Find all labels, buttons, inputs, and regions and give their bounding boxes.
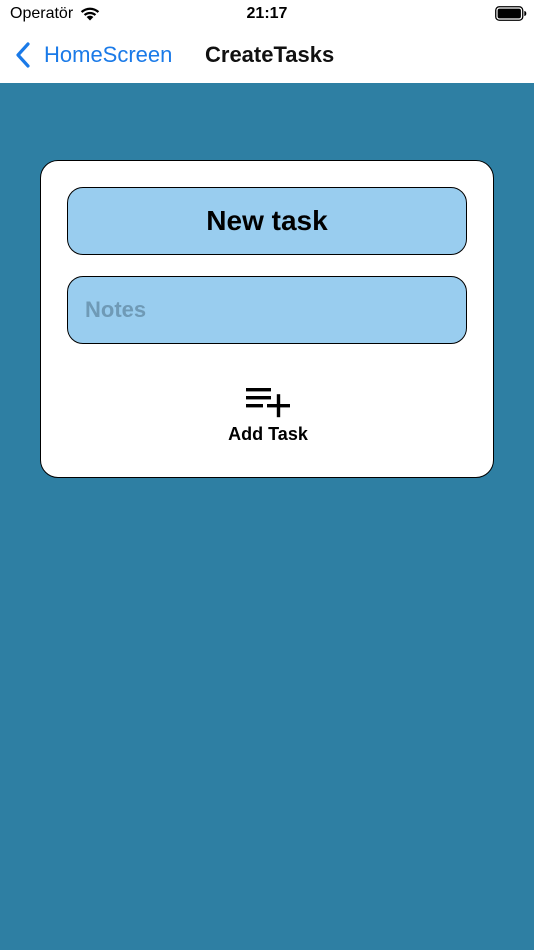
page-title: CreateTasks <box>205 42 335 67</box>
battery-icon <box>495 6 527 21</box>
back-button[interactable]: HomeScreen <box>14 38 172 72</box>
chevron-left-icon <box>16 42 30 68</box>
task-title-field <box>67 187 467 255</box>
notes-field <box>67 276 467 344</box>
navigation-bar: HomeScreen CreateTasks <box>0 30 534 83</box>
status-bar: Operatör 21:17 <box>0 0 534 30</box>
notes-input[interactable] <box>68 277 466 343</box>
status-time: 21:17 <box>246 5 288 22</box>
task-title-input[interactable] <box>68 188 466 254</box>
playlist-add-icon <box>246 388 290 418</box>
add-task-button[interactable]: Add Task <box>211 385 325 455</box>
back-button-label: HomeScreen <box>44 42 173 67</box>
add-task-label: Add Task <box>228 424 308 444</box>
create-task-card: Add Task <box>40 160 494 478</box>
